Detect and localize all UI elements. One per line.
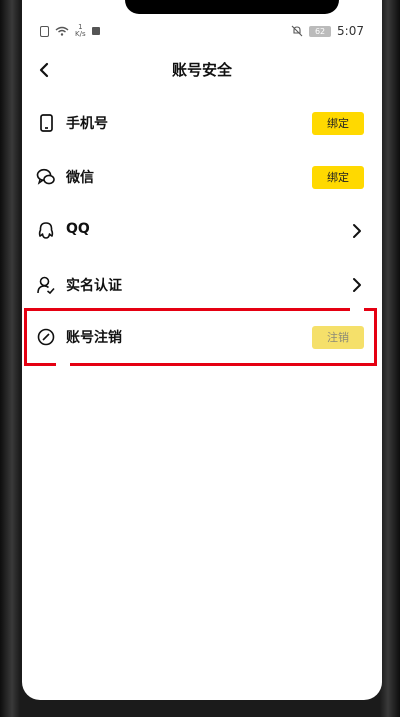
row-wechat[interactable]: 微信 绑定 [22,150,382,204]
phone-icon [40,114,53,132]
row-real-name-verify[interactable]: 实名认证 [22,258,382,312]
app-indicator-icon [91,27,100,35]
row-qq[interactable]: QQ [22,204,382,258]
qq-icon [38,222,54,239]
row-label: 实名认证 [66,278,122,294]
header: 账号安全 [22,48,382,92]
row-label: 微信 [66,170,94,186]
cancel-account-button[interactable]: 注销 [312,326,364,349]
status-left: 1 K/s [40,24,100,38]
wifi-icon [55,26,69,36]
bell-muted-icon [291,25,303,37]
row-phone[interactable]: 手机号 绑定 [22,96,382,150]
chevron-right-icon [353,278,361,292]
highlight-gap [56,363,70,369]
bind-phone-button[interactable]: 绑定 [312,112,364,135]
status-time: 5:07 [337,24,364,38]
network-speed: 1 K/s [75,23,86,38]
page-title: 账号安全 [171,61,232,79]
row-label: 账号注销 [66,330,122,346]
user-verify-icon [37,276,55,295]
row-label: 手机号 [66,116,108,132]
sim-icon [40,25,49,37]
row-label: QQ [66,221,90,237]
wechat-icon [36,168,55,185]
camera-notch [125,0,339,14]
status-bar: 1 K/s 62 5:07 [22,18,382,44]
row-account-cancel[interactable]: 账号注销 注销 [22,310,382,364]
battery-indicator: 62 [309,25,332,37]
cancel-circle-icon [37,328,55,346]
bind-wechat-button[interactable]: 绑定 [312,166,364,189]
chevron-right-icon [353,224,361,238]
screen: 1 K/s 62 5:07 账号安全 手机号 绑定 微信 绑定 QQ 实名认证 … [22,0,382,700]
status-right: 62 5:07 [291,24,364,38]
highlight-gap [350,305,364,311]
